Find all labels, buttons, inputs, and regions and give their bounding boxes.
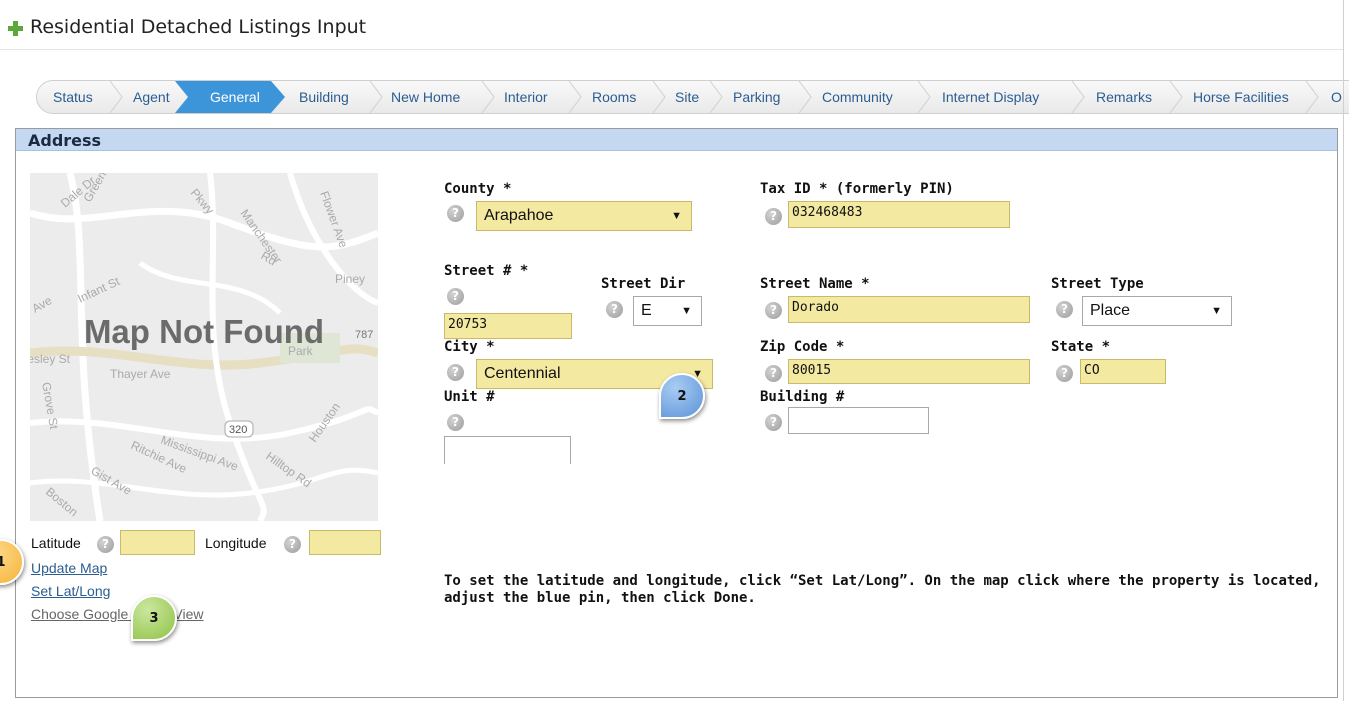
tab-separator — [917, 81, 931, 113]
street-dir-value: E — [641, 302, 652, 319]
map-placeholder[interactable]: Dale Dr Greenbriar Pkwy Manchester Rd Fl… — [30, 173, 378, 521]
county-value: Arapahoe — [484, 207, 554, 224]
set-lat-long-link[interactable]: Set Lat/Long — [31, 583, 110, 599]
tab-separator — [109, 81, 123, 113]
state-field[interactable]: CO — [1080, 359, 1166, 384]
tab-new-home[interactable]: New Home — [391, 81, 460, 113]
tab-separator — [1305, 81, 1319, 113]
building-number-label: Building # — [760, 389, 845, 405]
longitude-label: Longitude — [205, 535, 267, 551]
page-header: Residential Detached Listings Input — [0, 0, 1343, 50]
zip-code-field[interactable]: 80015 — [788, 359, 1030, 384]
street-dir-select[interactable]: E ▼ — [633, 296, 702, 326]
city-label: City * — [444, 339, 495, 355]
map-label-boston: Boston — [43, 485, 81, 520]
update-map-link[interactable]: Update Map — [31, 560, 107, 576]
help-icon[interactable]: ? — [765, 208, 782, 225]
section-title: Address — [28, 131, 102, 150]
help-icon[interactable]: ? — [284, 536, 301, 553]
help-icon[interactable]: ? — [447, 288, 464, 305]
help-icon[interactable]: ? — [765, 302, 782, 319]
map-label-ivesley-st: Ivesley St — [30, 352, 71, 366]
map-label-piney: Piney — [335, 272, 365, 286]
callout-badge-2: 2 — [659, 373, 705, 419]
tab-separator — [1169, 81, 1183, 113]
county-label: County * — [444, 181, 512, 197]
chevron-down-icon: ▼ — [681, 305, 692, 317]
tab-site[interactable]: Site — [675, 81, 699, 113]
chevron-down-icon: ▼ — [671, 210, 682, 222]
street-name-label: Street Name * — [760, 276, 870, 292]
tab-building[interactable]: Building — [299, 81, 349, 113]
section-header: Address — [16, 129, 1337, 151]
street-dir-label: Street Dir — [601, 276, 686, 292]
map-label-thayer-ave: Thayer Ave — [110, 367, 171, 381]
street-type-value: Place — [1090, 302, 1131, 319]
unit-label: Unit # — [444, 389, 495, 405]
tab-horse-facilities[interactable]: Horse Facilities — [1193, 81, 1289, 113]
latlong-instructions: To set the latitude and longitude, click… — [444, 573, 1321, 606]
help-icon[interactable]: ? — [1056, 301, 1073, 318]
help-icon[interactable]: ? — [606, 301, 623, 318]
street-number-field[interactable]: 20753 — [444, 313, 572, 339]
help-icon[interactable]: ? — [447, 205, 464, 222]
help-icon[interactable]: ? — [447, 414, 464, 431]
latitude-field[interactable] — [120, 530, 195, 555]
tab-agent[interactable]: Agent — [133, 81, 170, 113]
tab-separator — [798, 81, 812, 113]
street-type-label: Street Type — [1051, 276, 1144, 292]
street-type-select[interactable]: Place ▼ — [1082, 296, 1232, 326]
tab-community[interactable]: Community — [822, 81, 893, 113]
page-title: Residential Detached Listings Input — [30, 16, 367, 38]
help-icon[interactable]: ? — [765, 365, 782, 382]
tab-parking[interactable]: Parking — [733, 81, 780, 113]
window-border — [1343, 0, 1344, 701]
callout-number: 3 — [149, 610, 159, 626]
city-value: Centennial — [484, 365, 561, 382]
help-icon[interactable]: ? — [447, 364, 464, 381]
street-number-label: Street # * — [444, 263, 529, 279]
building-number-field[interactable] — [788, 407, 929, 434]
map-label-flower-ave: Flower Ave — [317, 189, 350, 250]
callout-badge-3: 3 — [131, 595, 177, 641]
tab-overflow[interactable]: O — [1331, 81, 1342, 113]
state-label: State * — [1051, 339, 1111, 355]
callout-number: 2 — [677, 388, 687, 404]
tab-bar: Status Agent General Building New Home I… — [36, 80, 1349, 114]
plus-icon — [8, 21, 23, 36]
tab-rooms[interactable]: Rooms — [592, 81, 636, 113]
help-icon[interactable]: ? — [1056, 365, 1073, 382]
chevron-down-icon: ▼ — [1211, 305, 1222, 317]
longitude-field[interactable] — [309, 530, 381, 555]
map-label-320: 320 — [229, 424, 247, 436]
unit-field[interactable] — [444, 436, 571, 464]
help-icon[interactable]: ? — [765, 414, 782, 431]
map-not-found-message: Map Not Found — [83, 313, 325, 350]
tax-id-field[interactable]: 032468483 — [788, 201, 1010, 228]
tab-status[interactable]: Status — [53, 81, 93, 113]
callout-number: 1 — [0, 554, 6, 570]
tab-separator — [568, 81, 582, 113]
tab-remarks[interactable]: Remarks — [1096, 81, 1152, 113]
latitude-label: Latitude — [31, 535, 81, 551]
county-select[interactable]: Arapahoe ▼ — [476, 201, 692, 231]
tab-general[interactable]: General — [210, 81, 260, 113]
tax-id-label: Tax ID * (formerly PIN) — [760, 181, 954, 197]
tab-separator — [369, 81, 383, 113]
street-view-link[interactable]: Choose Google Street View — [31, 606, 204, 622]
help-icon[interactable]: ? — [97, 536, 114, 553]
tab-separator — [481, 81, 495, 113]
tab-separator — [652, 81, 666, 113]
street-name-field[interactable]: Dorado — [788, 296, 1030, 323]
tab-separator — [1071, 81, 1085, 113]
tab-internet-display[interactable]: Internet Display — [942, 81, 1039, 113]
tab-separator — [709, 81, 723, 113]
zip-code-label: Zip Code * — [760, 339, 845, 355]
tab-interior[interactable]: Interior — [504, 81, 548, 113]
